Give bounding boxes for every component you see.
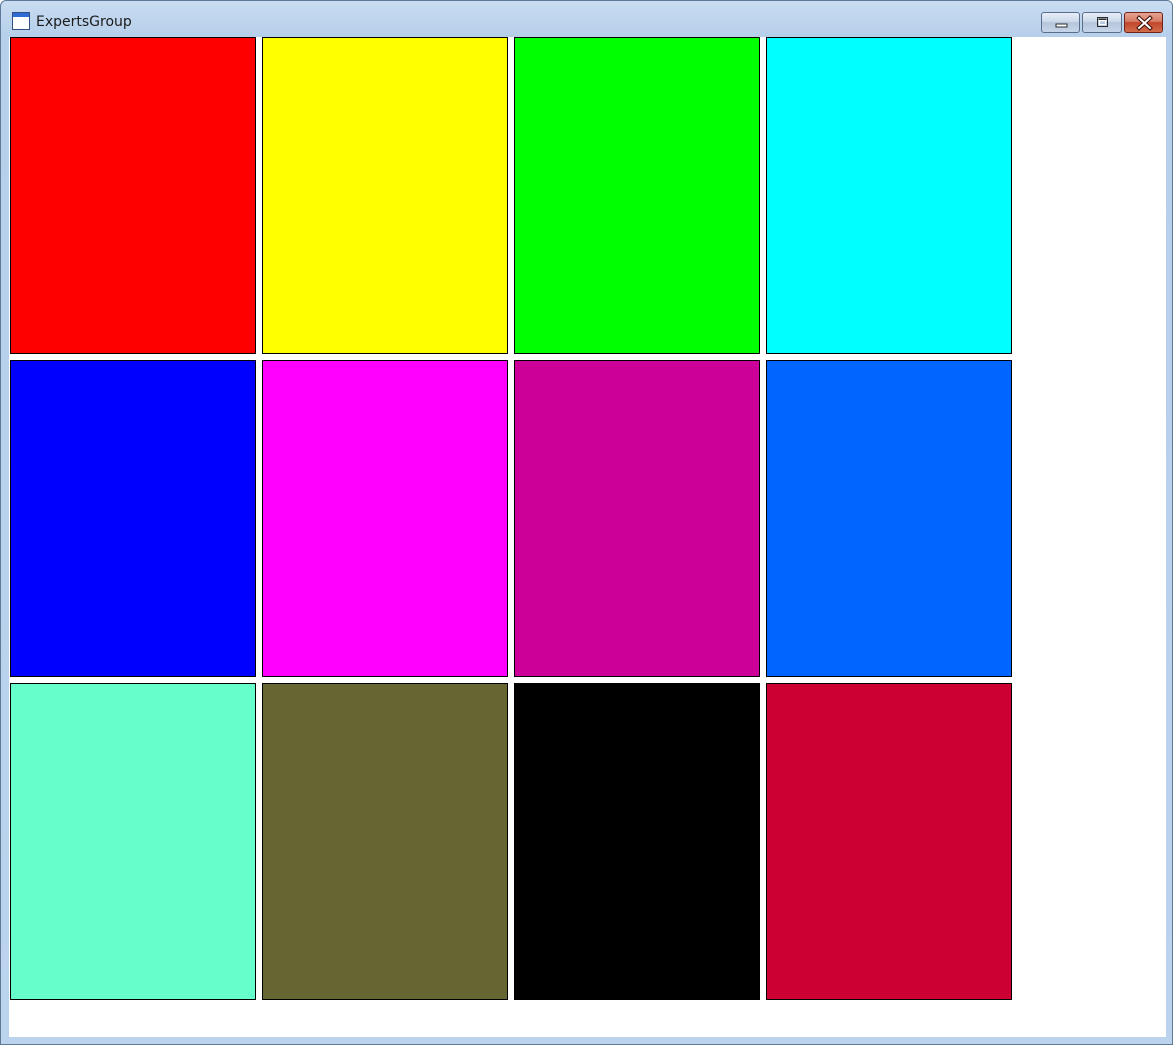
color-swatch[interactable] [262,37,508,354]
window-title: ExpertsGroup [36,14,132,30]
title-bar[interactable]: ExpertsGroup [1,1,1172,37]
color-swatch[interactable] [514,37,760,354]
maximize-button[interactable] [1082,12,1122,33]
app-window: ExpertsGroup [0,0,1173,1045]
color-swatch[interactable] [262,360,508,677]
color-swatch[interactable] [766,360,1012,677]
color-swatch[interactable] [514,683,760,1000]
color-swatch[interactable] [262,683,508,1000]
client-area [9,37,1166,1037]
color-swatch[interactable] [514,360,760,677]
color-swatch[interactable] [766,37,1012,354]
color-swatch[interactable] [766,683,1012,1000]
close-button[interactable] [1124,12,1163,33]
minimize-button[interactable] [1041,12,1080,33]
color-swatch[interactable] [10,37,256,354]
window-icon [12,12,30,30]
color-swatch[interactable] [10,360,256,677]
color-swatch[interactable] [10,683,256,1000]
